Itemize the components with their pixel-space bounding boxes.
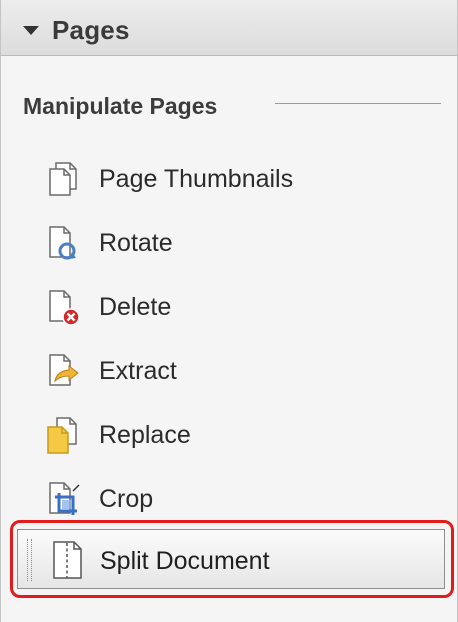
crop-item[interactable]: Crop — [37, 473, 447, 523]
drag-handle[interactable] — [27, 539, 32, 581]
split-document-icon — [53, 541, 82, 579]
item-label: Rotate — [99, 229, 173, 257]
page-thumbnails-icon — [49, 162, 77, 196]
replace-icon — [47, 417, 77, 454]
split-document-button[interactable]: Split Document — [17, 529, 445, 589]
delete-icon — [49, 290, 80, 326]
section-divider — [275, 103, 441, 104]
pages-panel: Pages Manipulate Pages Page Thumbnails R… — [0, 0, 458, 622]
item-label: Delete — [99, 293, 172, 321]
page-thumbnails-item[interactable]: Page Thumbnails — [37, 153, 447, 203]
rotate-item[interactable]: Rotate — [37, 217, 447, 267]
item-label: Replace — [99, 421, 191, 449]
item-label: Extract — [99, 357, 177, 385]
item-label: Crop — [99, 485, 154, 513]
rotate-icon — [49, 226, 76, 260]
item-label: Split Document — [100, 547, 270, 575]
item-label: Page Thumbnails — [99, 165, 294, 193]
collapse-triangle-icon[interactable] — [23, 26, 39, 35]
panel-title: Pages — [52, 15, 130, 45]
pages-panel-header[interactable]: Pages — [1, 0, 457, 56]
crop-icon — [49, 482, 80, 515]
section-title: Manipulate Pages — [23, 93, 218, 119]
extract-icon — [49, 354, 79, 386]
extract-item[interactable]: Extract — [37, 345, 447, 395]
delete-item[interactable]: Delete — [37, 281, 447, 331]
replace-item[interactable]: Replace — [37, 409, 447, 459]
